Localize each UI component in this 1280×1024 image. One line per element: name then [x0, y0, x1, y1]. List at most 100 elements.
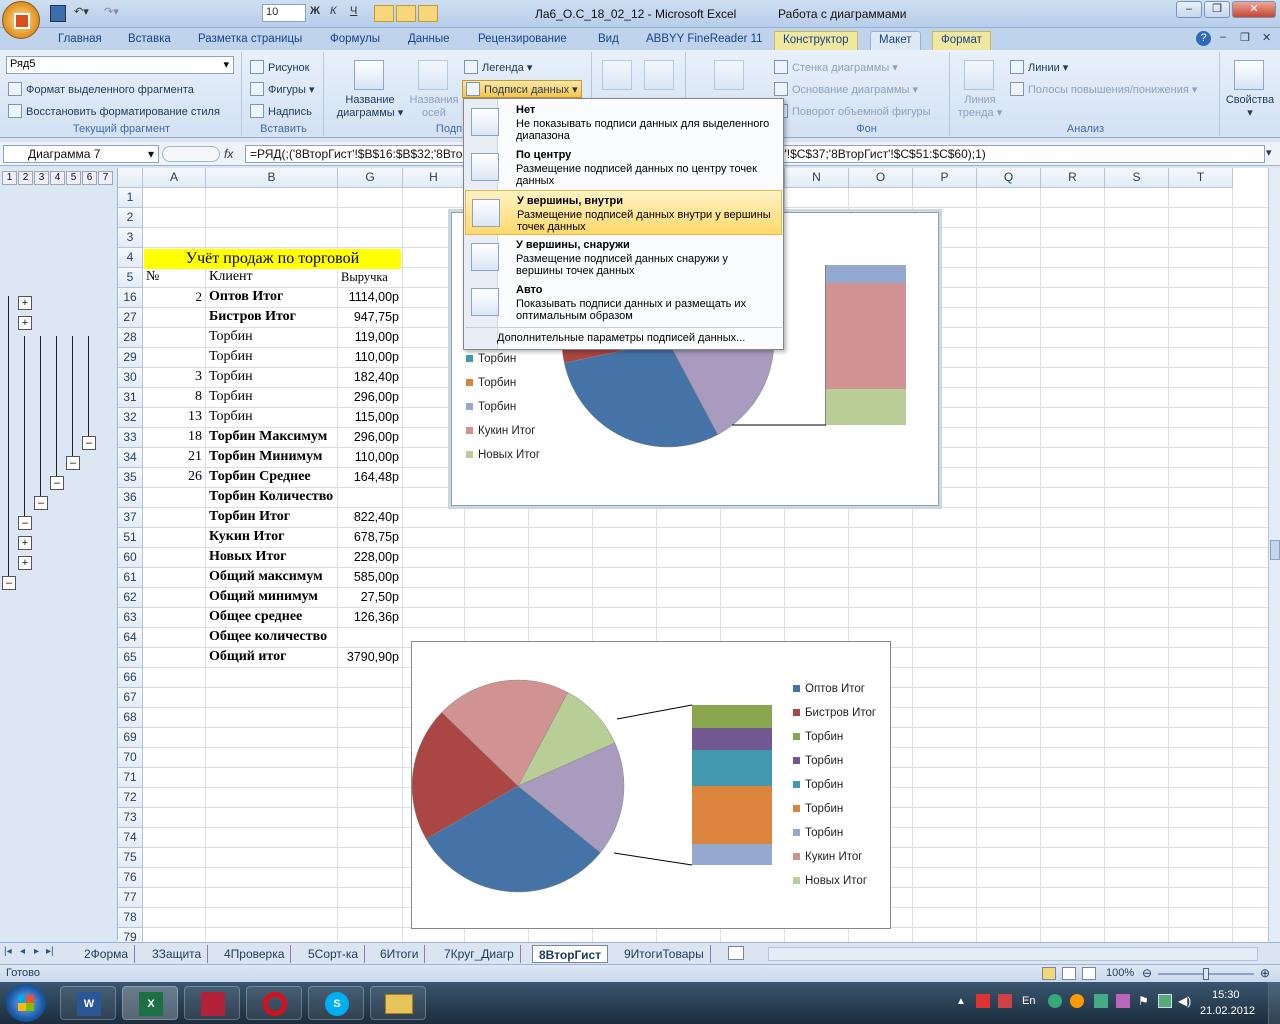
- rotation-3d-button[interactable]: Поворот объемной фигуры: [774, 104, 931, 118]
- sheet-tab[interactable]: 5Сорт-ка: [302, 945, 366, 963]
- tab-data[interactable]: Данные: [400, 31, 458, 50]
- legend-item[interactable]: Торбин: [466, 377, 516, 389]
- page-break-view-icon[interactable]: [1082, 967, 1096, 980]
- cell-b[interactable]: Торбин Количество: [209, 489, 334, 505]
- cell-g[interactable]: 1114,00р: [341, 290, 399, 304]
- column-header[interactable]: P: [913, 168, 977, 188]
- page-layout-view-icon[interactable]: [1062, 967, 1076, 980]
- row-header[interactable]: 37: [118, 508, 143, 528]
- cell-g[interactable]: 296,00р: [341, 430, 399, 444]
- cell-g[interactable]: 947,75р: [341, 310, 399, 324]
- tray-app-icon[interactable]: [1048, 994, 1062, 1008]
- outline-level-button[interactable]: 6: [82, 171, 97, 185]
- cell-b[interactable]: Общий минимум: [209, 589, 334, 605]
- undo-icon[interactable]: ↶▾: [74, 5, 89, 22]
- tab-home[interactable]: Главная: [50, 31, 110, 50]
- cell-g[interactable]: 3790,90р: [341, 650, 399, 664]
- legend-item[interactable]: Торбин: [793, 779, 843, 791]
- ribbon-restore-icon[interactable]: ❐: [1240, 31, 1250, 44]
- cell-b[interactable]: Новых Итог: [209, 549, 334, 565]
- legend-item[interactable]: Новых Итог: [466, 449, 540, 461]
- save-icon[interactable]: [50, 5, 66, 22]
- cell-g[interactable]: 164,48р: [341, 470, 399, 484]
- cell-b[interactable]: Общее количество: [209, 629, 334, 645]
- minimize-button[interactable]: –: [1176, 1, 1202, 18]
- row-header[interactable]: 31: [118, 388, 143, 408]
- excel-taskbar-icon[interactable]: X: [122, 986, 178, 1020]
- tab-insert[interactable]: Вставка: [120, 31, 179, 50]
- shapes-button[interactable]: Фигуры ▾: [250, 82, 315, 96]
- zoom-slider[interactable]: [1158, 968, 1254, 980]
- tray-app-icon[interactable]: [1094, 994, 1108, 1008]
- word-taskbar-icon[interactable]: W: [60, 986, 116, 1020]
- column-header[interactable]: O: [849, 168, 913, 188]
- cell-b[interactable]: Торбин Максимум: [209, 429, 334, 445]
- action-center-icon[interactable]: ⚑: [1138, 994, 1149, 1008]
- outline-level-button[interactable]: 2: [18, 171, 33, 185]
- legend-item[interactable]: Новых Итог: [793, 875, 867, 887]
- row-header[interactable]: 36: [118, 488, 143, 508]
- cell-b[interactable]: Оптов Итог: [209, 289, 334, 305]
- cell-a[interactable]: 21: [146, 449, 202, 465]
- legend-item[interactable]: Бистров Итог: [793, 707, 876, 719]
- acrobat-taskbar-icon[interactable]: [184, 986, 240, 1020]
- legend-item[interactable]: Торбин: [793, 731, 843, 743]
- properties-button[interactable]: Свойства ▾: [1224, 94, 1276, 119]
- textbox-button[interactable]: Надпись: [250, 104, 312, 118]
- row-header[interactable]: 29: [118, 348, 143, 368]
- cell-b[interactable]: Торбин: [209, 389, 334, 405]
- cell-b[interactable]: Кукин Итог: [209, 529, 334, 545]
- cell-b[interactable]: Торбин Минимум: [209, 449, 334, 465]
- cell-b[interactable]: Общий итог: [209, 649, 334, 665]
- gridlines-icon[interactable]: [644, 60, 674, 90]
- cell-g[interactable]: 119,00р: [341, 330, 399, 344]
- chart-2[interactable]: Оптов Итог Бистров Итог Торбин Торбин Торбин…: [411, 641, 891, 929]
- outline-level-button[interactable]: 7: [98, 171, 113, 185]
- fx-button[interactable]: fx: [224, 147, 233, 161]
- cell-g[interactable]: 110,00р: [341, 350, 399, 364]
- cell-g[interactable]: 678,75р: [341, 530, 399, 544]
- row-header[interactable]: 27: [118, 308, 143, 328]
- row-header[interactable]: 2: [118, 208, 143, 228]
- row-header[interactable]: 72: [118, 788, 143, 808]
- row-header[interactable]: 64: [118, 628, 143, 648]
- column-header[interactable]: N: [785, 168, 849, 188]
- horizontal-scrollbar[interactable]: [768, 947, 1258, 961]
- row-header[interactable]: 70: [118, 748, 143, 768]
- menu-item-more-options[interactable]: Дополнительные параметры подписей данных…: [497, 332, 745, 344]
- function-circle-icon[interactable]: [162, 146, 220, 162]
- bar-segment[interactable]: [692, 705, 772, 728]
- cell-b[interactable]: Торбин Итог: [209, 509, 334, 525]
- outline-collapse-button[interactable]: –: [66, 456, 80, 470]
- row-header[interactable]: 60: [118, 548, 143, 568]
- legend-item[interactable]: Торбин: [466, 353, 516, 365]
- reset-style-button[interactable]: Восстановить форматирование стиля: [8, 104, 220, 118]
- cell-a[interactable]: 18: [146, 429, 202, 445]
- row-header[interactable]: 77: [118, 888, 143, 908]
- cell-a[interactable]: 2: [146, 289, 203, 305]
- axis-titles-icon[interactable]: [418, 60, 448, 90]
- cell-g[interactable]: 296,00р: [341, 390, 399, 404]
- tray-app-icon[interactable]: [998, 994, 1012, 1008]
- picture-button[interactable]: Рисунок: [250, 60, 310, 74]
- cell-g[interactable]: Выручка: [341, 270, 399, 285]
- bar-segment[interactable]: [826, 283, 906, 389]
- bold-icon[interactable]: Ж: [310, 5, 320, 22]
- tab-nav-first-icon[interactable]: |◂: [4, 946, 12, 957]
- cell-a[interactable]: №: [146, 269, 202, 285]
- tab-layout[interactable]: Макет: [870, 31, 921, 50]
- align-left-icon[interactable]: [374, 5, 394, 22]
- outline-level-button[interactable]: 3: [34, 171, 49, 185]
- chart-title-icon[interactable]: [354, 60, 384, 90]
- updown-bars-button[interactable]: Полосы повышения/понижения ▾: [1010, 82, 1197, 96]
- column-header[interactable]: H: [403, 168, 465, 188]
- outline-level-button[interactable]: 1: [2, 171, 17, 185]
- outline-expand-button[interactable]: +: [18, 316, 32, 330]
- cell-b[interactable]: Торбин: [209, 329, 334, 345]
- cell-g[interactable]: 822,40р: [341, 510, 399, 524]
- format-selection-button[interactable]: Формат выделенного фрагмента: [8, 82, 194, 96]
- cell-b[interactable]: Торбин: [209, 409, 334, 425]
- maximize-button[interactable]: ❐: [1204, 1, 1230, 18]
- row-header[interactable]: 51: [118, 528, 143, 548]
- language-indicator[interactable]: En: [1022, 995, 1035, 1007]
